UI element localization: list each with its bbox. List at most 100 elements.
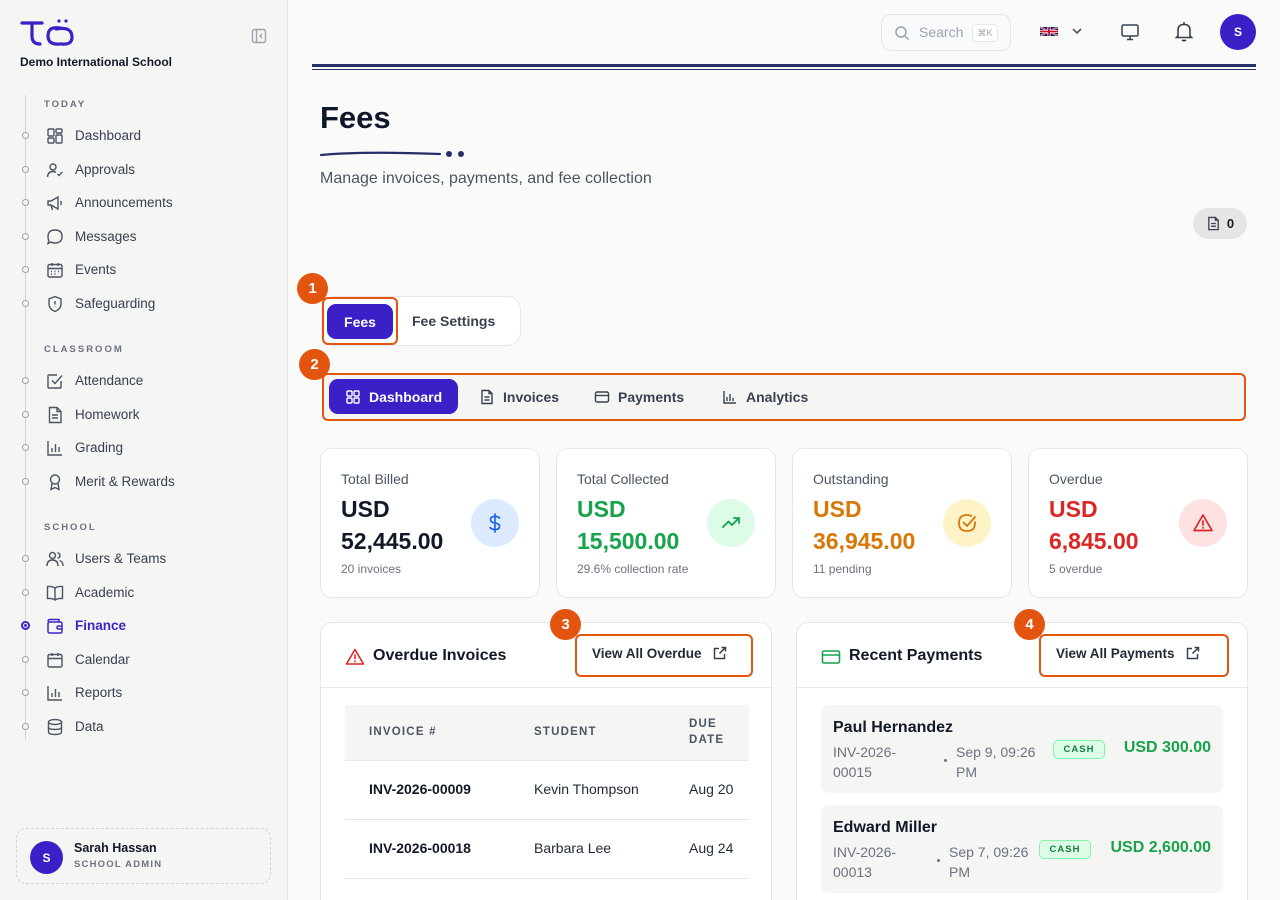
stat-currency: USD xyxy=(813,496,862,522)
school-name: Demo International School xyxy=(20,55,173,69)
stat-currency: USD xyxy=(1049,496,1098,522)
stat-value: 52,445.00 xyxy=(341,528,444,554)
list-item[interactable]: Edward Miller INV-2026-00013 Sep 7, 09:2… xyxy=(821,805,1223,893)
stat-label: Total Billed xyxy=(341,471,409,487)
page-title: Fees xyxy=(320,100,391,135)
due-date: Aug 20 xyxy=(689,781,734,797)
nav-dot xyxy=(22,656,29,663)
payment-invoice: INV-2026-00015 xyxy=(833,744,897,780)
payment-amount: USD 300.00 xyxy=(1123,739,1211,756)
payment-date: Sep 7, 09:26 PM xyxy=(949,844,1029,880)
invoice-number: INV-2026-00009 xyxy=(369,781,471,797)
sidebar-item-messages[interactable]: Messages xyxy=(22,223,262,251)
school-logo[interactable] xyxy=(20,18,76,48)
documents-count: 0 xyxy=(1226,216,1235,231)
panel-title: Overdue Invoices xyxy=(373,647,507,664)
sidebar-item-data[interactable]: Data xyxy=(22,713,262,741)
sidebar-item-label: Events xyxy=(75,262,117,277)
highlight-box-3 xyxy=(575,634,753,677)
column-header: DATE xyxy=(689,734,725,746)
wallet-icon xyxy=(47,618,63,634)
nav-dot xyxy=(22,132,29,139)
tab-fee-settings[interactable]: Fee Settings xyxy=(412,313,495,329)
sidebar-item-label: Merit & Rewards xyxy=(75,474,175,489)
document-icon xyxy=(1208,216,1219,231)
stat-subtext: 20 invoices xyxy=(341,562,402,576)
highlight-box-2 xyxy=(322,373,1246,421)
nav-dot xyxy=(22,377,29,384)
language-selector[interactable] xyxy=(1038,20,1088,44)
user-name: Sarah Hassan xyxy=(74,841,157,855)
avatar[interactable]: S xyxy=(1220,14,1256,50)
documents-count-button[interactable]: 0 xyxy=(1193,208,1247,239)
stat-subtext: 29.6% collection rate xyxy=(577,562,689,576)
sidebar-item-announcements[interactable]: Announcements xyxy=(22,189,262,217)
sidebar-item-label: Reports xyxy=(75,685,123,700)
warning-icon xyxy=(1179,499,1227,547)
nav-dot xyxy=(22,199,29,206)
table-row[interactable]: INV-2026-00018 Barbara Lee Aug 24 xyxy=(345,820,749,879)
sidebar-item-approvals[interactable]: Approvals xyxy=(22,156,262,184)
sidebar-item-reports[interactable]: Reports xyxy=(22,679,262,707)
column-header: DUE xyxy=(689,718,717,730)
stat-card-outstanding: Outstanding USD 36,945.00 11 pending xyxy=(792,448,1012,598)
section-label-classroom: CLASSROOM xyxy=(44,344,124,355)
calendar-icon xyxy=(47,653,63,668)
sidebar-item-label: Approvals xyxy=(75,162,136,177)
sidebar-item-label: Homework xyxy=(75,407,140,422)
sidebar-item-label: Data xyxy=(75,719,104,734)
sidebar-item-safeguarding[interactable]: Safeguarding xyxy=(22,290,262,318)
sidebar-collapse-icon[interactable] xyxy=(251,28,267,44)
stat-value: 6,845.00 xyxy=(1049,528,1139,554)
highlight-box-4 xyxy=(1039,634,1229,677)
book-icon xyxy=(46,585,64,601)
checkbox-icon xyxy=(47,374,63,389)
monitor-icon[interactable] xyxy=(1120,22,1140,42)
sidebar-item-homework[interactable]: Homework xyxy=(22,401,262,429)
payment-method-badge: CASH xyxy=(1039,840,1091,859)
sidebar-item-label: Users & Teams xyxy=(75,551,167,566)
sidebar-item-grading[interactable]: Grading xyxy=(22,434,262,462)
sidebar-item-finance[interactable]: Finance xyxy=(21,612,262,640)
table-row[interactable]: INV-2026-00009 Kevin Thompson Aug 20 xyxy=(345,761,749,820)
student-name: Kevin Thompson xyxy=(534,781,639,797)
user-profile-card[interactable]: S Sarah Hassan SCHOOL ADMIN xyxy=(16,828,271,884)
title-underline-decoration xyxy=(320,151,464,157)
shield-icon xyxy=(48,295,62,313)
sidebar-item-attendance[interactable]: Attendance xyxy=(22,367,262,395)
section-label-school: SCHOOL xyxy=(44,522,97,533)
sidebar: Demo International School TODAY CLASSROO… xyxy=(0,0,288,900)
stat-subtext: 5 overdue xyxy=(1049,562,1103,576)
message-icon xyxy=(46,229,63,245)
sidebar-item-merit-rewards[interactable]: Merit & Rewards xyxy=(22,468,262,496)
sidebar-item-dashboard[interactable]: Dashboard xyxy=(22,122,262,150)
sidebar-item-calendar[interactable]: Calendar xyxy=(22,646,262,674)
nav-dot xyxy=(22,478,29,485)
bar-chart-icon xyxy=(47,441,62,456)
dashboard-icon xyxy=(47,128,63,144)
nav-dot xyxy=(22,589,29,596)
stat-value: 36,945.00 xyxy=(813,528,916,554)
trending-up-icon xyxy=(707,499,755,547)
search-input[interactable]: Search ⌘K xyxy=(881,14,1011,51)
sidebar-item-events[interactable]: Events xyxy=(22,256,262,284)
student-name: Barbara Lee xyxy=(534,840,612,856)
check-circle-icon xyxy=(943,499,991,547)
stat-subtext: 11 pending xyxy=(813,562,872,576)
payer-name: Edward Miller xyxy=(833,819,938,836)
panel-title: Recent Payments xyxy=(849,647,983,664)
sidebar-item-users-teams[interactable]: Users & Teams xyxy=(22,545,262,573)
nav-dot-active xyxy=(21,621,30,630)
chevron-down-icon xyxy=(1072,28,1082,35)
nav-dot xyxy=(22,689,29,696)
invoice-number: INV-2026-00018 xyxy=(369,840,471,856)
stat-card-overdue: Overdue USD 6,845.00 5 overdue xyxy=(1028,448,1248,598)
stat-value: 15,500.00 xyxy=(577,528,680,554)
sidebar-item-academic[interactable]: Academic xyxy=(22,579,262,607)
nav-dot xyxy=(22,555,29,562)
nav-dot xyxy=(22,411,29,418)
list-item[interactable]: Paul Hernandez INV-2026-00015 Sep 9, 09:… xyxy=(821,705,1223,793)
bell-icon[interactable] xyxy=(1172,19,1196,43)
sidebar-item-label: Calendar xyxy=(75,652,130,667)
stat-label: Total Collected xyxy=(577,471,669,487)
